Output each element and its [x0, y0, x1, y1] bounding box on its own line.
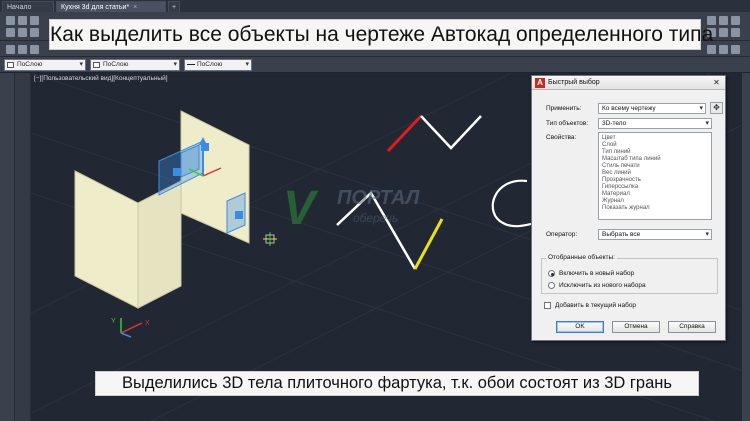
new-file-icon[interactable] [6, 16, 15, 25]
apply-select-value: Ко всему чертежу [602, 105, 656, 112]
right-scroll-strip[interactable] [742, 73, 750, 421]
property-item[interactable]: Гиперссылка [602, 184, 638, 191]
operator-label: Оператор: [546, 231, 578, 238]
match-properties-icon[interactable] [731, 16, 740, 25]
file-tab-bar: Начало Кухня 3d для статьи* × + [0, 0, 750, 12]
pan-icon[interactable] [719, 28, 728, 37]
quick-select-dialog: A Быстрый выбор ✕ Применить: Ко всему че… [531, 75, 726, 341]
watermark-subtext: оберечь [353, 211, 399, 225]
property-item[interactable]: Тип линий [602, 149, 631, 156]
caption-banner: Выделились 3D тела плиточного фартука, т… [95, 371, 699, 396]
viewport-controls-label[interactable]: [−][Пользовательский вид][Концептуальный… [34, 75, 168, 82]
color-swatch [93, 62, 100, 68]
autocad-logo-icon: A [535, 78, 545, 88]
grip-marker-3[interactable] [235, 211, 243, 219]
property-item[interactable]: Масштаб типа линий [602, 156, 661, 163]
autocad-window: Начало Кухня 3d для статьи*× + ПоСлою По… [0, 0, 750, 421]
table-style-icon[interactable] [731, 45, 740, 54]
ok-button[interactable]: OK [556, 321, 604, 333]
append-checkbox-label[interactable]: Добавить в текущий набор [555, 302, 636, 309]
properties-label: Свойства: [546, 134, 577, 141]
include-radio[interactable] [548, 270, 555, 277]
operator-select-value: Выбрать все [602, 231, 641, 238]
exclude-radio-label[interactable]: Исключить из нового набора [559, 282, 646, 289]
dimension-style-icon[interactable] [719, 45, 728, 54]
left-wall-panel[interactable] [74, 170, 139, 309]
dialog-title: Быстрый выбор [548, 79, 600, 86]
save-icon[interactable] [30, 16, 39, 25]
linetype-preview [187, 64, 195, 65]
color-combo-value: ПоСлою [103, 61, 129, 68]
watermark-logo: V ПОРТАЛ оберечь [283, 181, 463, 239]
close-tab-icon[interactable]: × [133, 4, 137, 11]
line-tool-icon[interactable] [6, 45, 15, 54]
plus-icon: + [171, 4, 177, 11]
selected-objects-group-title: Отобранные объекты: [546, 254, 617, 261]
property-item[interactable]: Прозрачность [602, 177, 641, 184]
tab-home[interactable]: Начало [2, 1, 54, 12]
draw-tools-palette [0, 73, 15, 421]
close-icon[interactable]: ✕ [711, 78, 722, 88]
append-checkbox[interactable] [544, 302, 551, 309]
object-type-select-value: 3D-тело [602, 120, 627, 127]
white-line-segment-top[interactable] [420, 115, 482, 150]
apply-select[interactable]: Ко всему чертежу [598, 103, 706, 114]
side-wall-panel[interactable] [137, 180, 182, 309]
linetype-combo[interactable]: ПоСлою [184, 59, 252, 71]
include-radio-label[interactable]: Включить в новый набор [559, 270, 634, 277]
circle-tool-icon[interactable] [30, 45, 39, 54]
color-combo[interactable]: ПоСлою [90, 59, 180, 71]
undo-icon[interactable] [18, 28, 27, 37]
ucs-x-label: X [145, 320, 150, 327]
tab-drawing[interactable]: Кухня 3d для статьи* × [56, 1, 166, 12]
apply-label: Применить: [546, 105, 582, 112]
property-item[interactable]: Материал [602, 191, 630, 198]
exclude-radio[interactable] [548, 282, 555, 289]
help-button[interactable]: Справка [668, 321, 716, 333]
object-type-select[interactable]: 3D-тело [598, 118, 712, 129]
ucs-y-label: Y [111, 318, 116, 325]
select-objects-button[interactable]: ✥ [710, 102, 723, 114]
arc-object[interactable] [491, 179, 536, 228]
polyline-tool-icon[interactable] [18, 45, 27, 54]
orbit-icon[interactable] [731, 28, 740, 37]
text-style-icon[interactable] [707, 45, 716, 54]
open-file-icon[interactable] [18, 16, 27, 25]
cursor-crosshair [263, 232, 277, 246]
cancel-button[interactable]: Отмена [612, 321, 660, 333]
property-item[interactable]: Вес линий [602, 170, 631, 177]
properties-toolbar: ПоСлою ПоСлою ПоСлою [0, 57, 750, 73]
watermark-text: ПОРТАЛ [337, 187, 420, 209]
tab-home-label: Начало [7, 4, 32, 11]
new-tab-button[interactable]: + [168, 1, 180, 12]
layer-color-swatch [7, 62, 14, 68]
properties-listbox[interactable]: Цвет Слой Тип линий Масштаб типа линий С… [598, 132, 712, 220]
property-item[interactable]: Цвет [602, 135, 615, 142]
property-item[interactable]: Слой [602, 142, 617, 149]
title-banner: Как выделить все объекты на чертеже Авто… [49, 19, 713, 50]
print-icon[interactable] [6, 28, 15, 37]
modify-tools-palette [15, 73, 31, 421]
object-type-label: Тип объектов: [546, 120, 589, 127]
watermark-logo-letter: V [283, 182, 316, 235]
red-line-segment[interactable] [386, 114, 423, 153]
redo-icon[interactable] [30, 28, 39, 37]
layer-combo-value: ПоСлою [17, 61, 43, 68]
property-item[interactable]: Журнал [602, 198, 624, 205]
properties-icon[interactable] [719, 16, 728, 25]
layer-combo[interactable]: ПоСлою [4, 59, 86, 71]
ucs-icon [120, 318, 143, 338]
grip-marker[interactable] [173, 168, 181, 176]
property-item[interactable]: Показать журнал [602, 205, 650, 212]
crosshair-icon: ✥ [713, 103, 720, 112]
tab-drawing-label: Кухня 3d для статьи* [61, 4, 130, 11]
property-item[interactable]: Стиль печати [602, 163, 640, 170]
dialog-titlebar[interactable]: A Быстрый выбор ✕ [532, 76, 725, 90]
linetype-combo-value: ПоСлою [197, 61, 223, 68]
operator-select[interactable]: Выбрать все [598, 229, 712, 240]
